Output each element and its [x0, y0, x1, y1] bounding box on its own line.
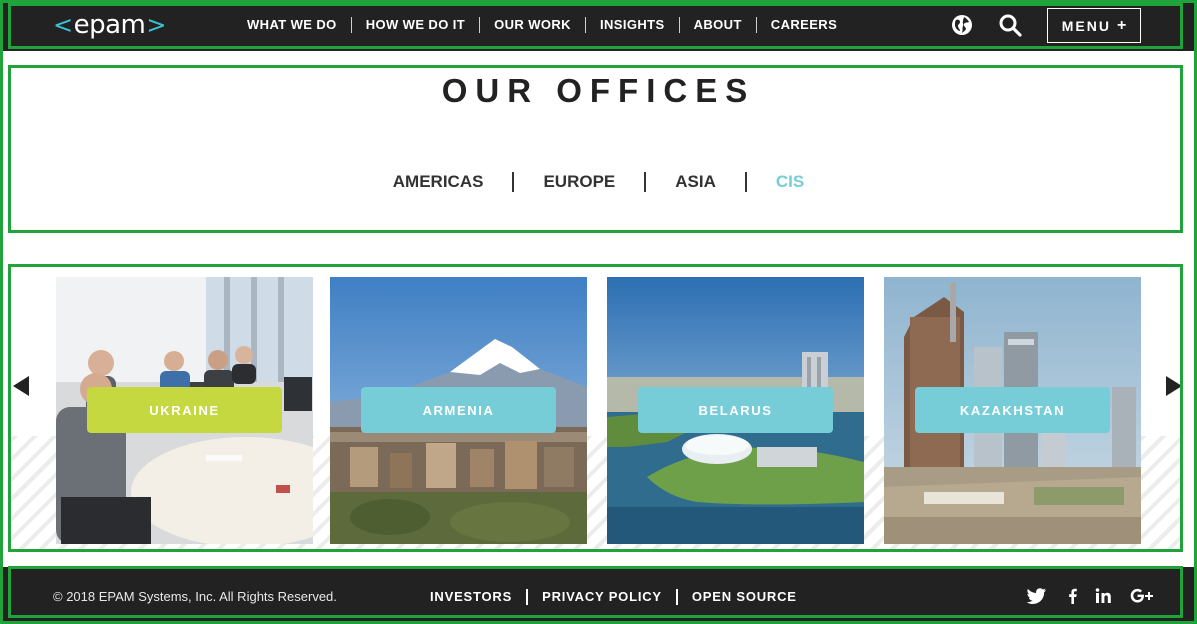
office-card-ukraine[interactable]: UKRAINE — [56, 277, 313, 544]
nav-what-we-do[interactable]: WHAT WE DO — [233, 17, 351, 33]
facebook-icon[interactable] — [1063, 587, 1083, 605]
tab-europe[interactable]: EUROPE — [512, 172, 644, 192]
site-header: < epam > WHAT WE DO HOW WE DO IT OUR WOR… — [0, 0, 1197, 51]
office-card-belarus[interactable]: BELARUS — [607, 277, 864, 544]
epam-logo[interactable]: < epam > — [52, 10, 167, 40]
globe-icon[interactable] — [951, 14, 973, 36]
footer-link-investors[interactable]: INVESTORS — [416, 589, 526, 605]
footer-links: INVESTORS PRIVACY POLICY OPEN SOURCE — [416, 589, 811, 605]
logo-text: epam — [73, 10, 146, 40]
arrow-left-icon[interactable] — [13, 376, 29, 396]
main-nav: WHAT WE DO HOW WE DO IT OUR WORK INSIGHT… — [233, 17, 851, 33]
linkedin-icon[interactable] — [1094, 587, 1114, 605]
office-card-armenia[interactable]: ARMENIA — [330, 277, 587, 544]
nav-insights[interactable]: INSIGHTS — [584, 17, 679, 33]
nav-careers[interactable]: CAREERS — [755, 17, 851, 33]
office-card-kazakhstan[interactable]: KAZAKHSTAN — [884, 277, 1141, 544]
card-label-belarus: BELARUS — [638, 387, 833, 433]
logo-right-bracket: > — [146, 11, 166, 39]
arrow-right-icon[interactable] — [1166, 376, 1182, 396]
search-icon[interactable] — [998, 13, 1022, 37]
menu-label: MENU — [1061, 17, 1111, 34]
card-label-ukraine: UKRAINE — [87, 387, 282, 433]
footer-link-open-source[interactable]: OPEN SOURCE — [675, 589, 811, 605]
tab-americas[interactable]: AMERICAS — [364, 172, 513, 192]
footer-link-privacy-policy[interactable]: PRIVACY POLICY — [526, 589, 676, 605]
menu-button[interactable]: MENU + — [1047, 8, 1141, 43]
card-label-kazakhstan: KAZAKHSTAN — [915, 387, 1110, 433]
tab-cis[interactable]: CIS — [744, 172, 833, 192]
region-tabs: AMERICAS EUROPE ASIA CIS — [0, 172, 1197, 192]
google-plus-icon[interactable] — [1130, 587, 1154, 605]
card-label-armenia: ARMENIA — [361, 387, 556, 433]
twitter-icon[interactable] — [1027, 587, 1047, 605]
plus-icon: + — [1116, 16, 1127, 34]
tab-asia[interactable]: ASIA — [644, 172, 745, 192]
nav-how-we-do-it[interactable]: HOW WE DO IT — [350, 17, 479, 33]
site-footer: © 2018 EPAM Systems, Inc. All Rights Res… — [0, 567, 1197, 624]
page-title: OUR OFFICES — [441, 72, 756, 109]
nav-our-work[interactable]: OUR WORK — [479, 17, 585, 33]
copyright-text: © 2018 EPAM Systems, Inc. All Rights Res… — [53, 589, 337, 604]
nav-about[interactable]: ABOUT — [678, 17, 756, 33]
logo-left-bracket: < — [53, 11, 73, 39]
